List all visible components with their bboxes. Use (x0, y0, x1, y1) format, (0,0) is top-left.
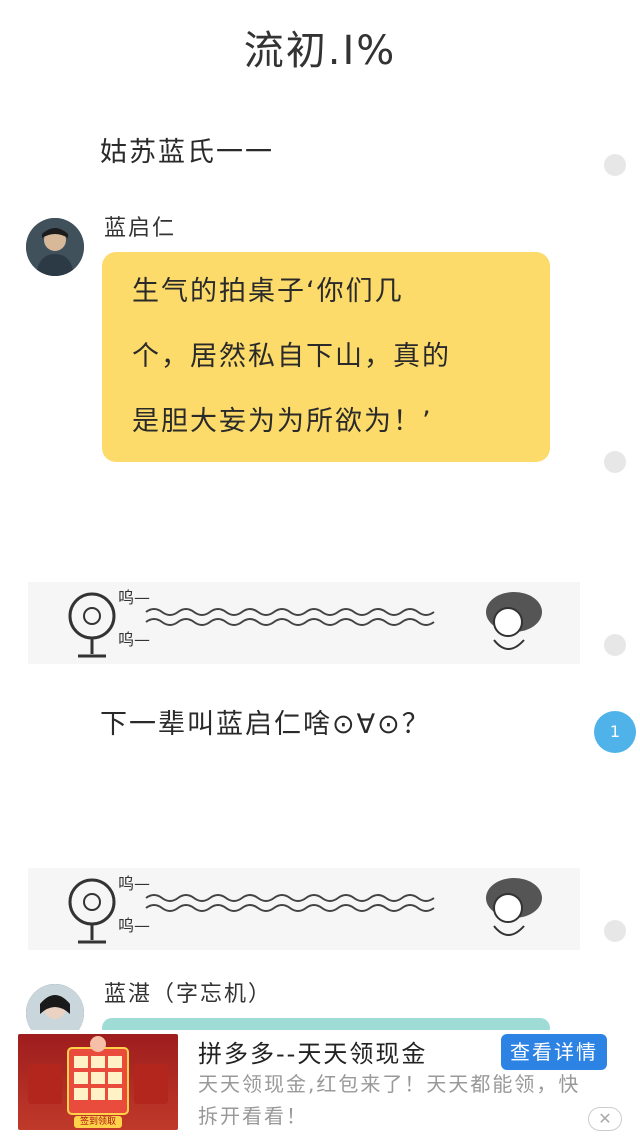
ad-banner[interactable]: 签到领取 拼多多--天天领现金 天天领现金,红包来了！天天都能领，快拆开看看！ … (0, 1030, 640, 1138)
close-icon[interactable]: ✕ (588, 1107, 622, 1131)
fan-sticker-image: 呜— 呜— (28, 582, 580, 664)
speaker-name: 蓝启仁 (104, 216, 177, 241)
bubble-line: 是胆大妄为为所欲为！’ (132, 406, 433, 437)
fan-cartoon-icon (68, 592, 542, 658)
avatar[interactable] (26, 218, 84, 276)
ad-description: 天天领现金,红包来了！天天都能领，快拆开看看！ (198, 1072, 581, 1128)
speaker-name: 蓝湛（字忘机） (104, 982, 273, 1007)
page-title: 流初.I% (243, 28, 397, 74)
ad-title[interactable]: 拼多多--天天领现金 (198, 1034, 427, 1069)
narration-line: 姑苏蓝氏一一 (100, 137, 274, 168)
view-details-button[interactable]: 查看详情 (501, 1034, 607, 1070)
speech-bubble[interactable]: 生气的拍桌子‘你们几 个，居然私自下山，真的 是胆大妄为为所欲为！’ (102, 252, 550, 462)
narration-line: 下一辈叫蓝启仁啥⊙∀⊙？ (100, 709, 431, 740)
sound-label-bottom: 呜— (118, 630, 151, 649)
bubble-line: 个，居然私自下山，真的 (132, 341, 451, 372)
paragraph-comment-dot[interactable] (604, 920, 626, 942)
sound-label-bottom: 呜— (118, 916, 151, 935)
ad-thumbnail[interactable]: 签到领取 (18, 1034, 178, 1130)
paragraph-comment-count-badge[interactable]: 1 (594, 711, 636, 753)
fan-sticker-image: 呜— 呜— (28, 868, 580, 950)
sound-label-top: 呜— (118, 874, 151, 893)
paragraph-comment-dot[interactable] (604, 634, 626, 656)
paragraph-comment-dot[interactable] (604, 451, 626, 473)
person-avatar-icon (26, 218, 84, 276)
fan-cartoon-icon (68, 878, 542, 944)
ad-thumb-label: 签到领取 (74, 1116, 122, 1128)
bubble-line: 生气的拍桌子‘你们几 (132, 276, 404, 307)
sound-label-top: 呜— (118, 588, 151, 607)
paragraph-comment-dot[interactable] (604, 154, 626, 176)
